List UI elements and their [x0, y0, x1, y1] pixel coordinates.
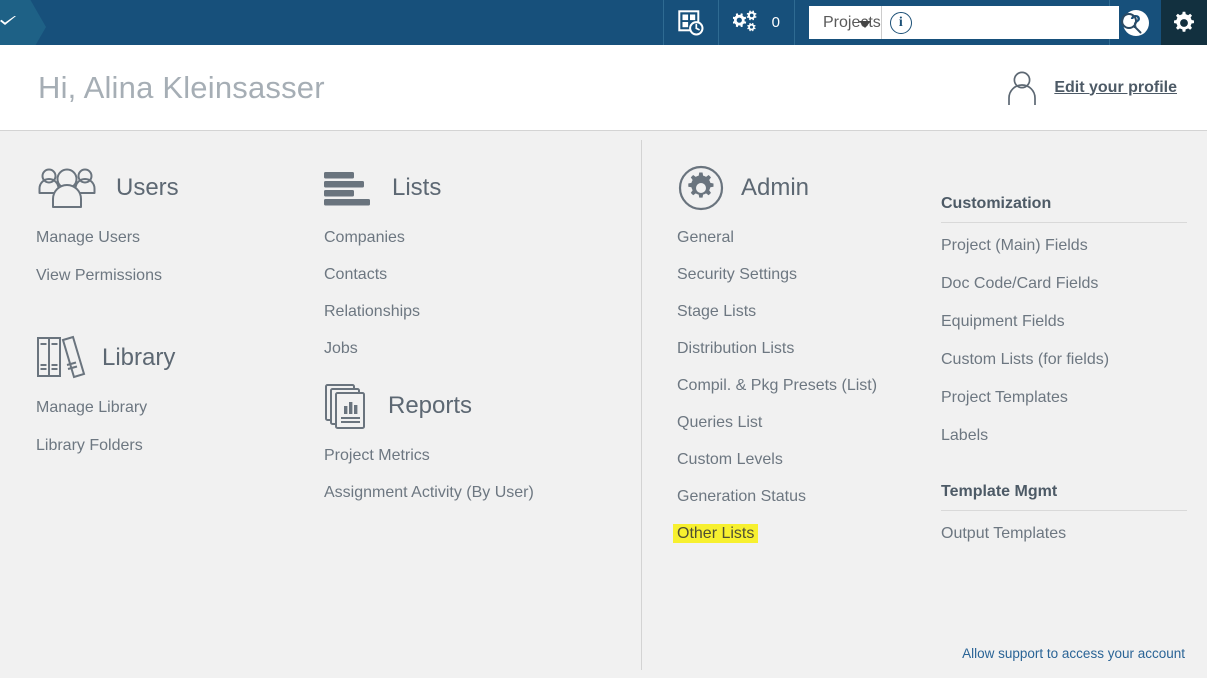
section-library-title: Library	[102, 344, 176, 371]
link-output-templates[interactable]: Output Templates	[941, 525, 1187, 543]
list-bars-icon	[324, 172, 370, 206]
right-panel: Customization Project (Main) Fields Doc …	[941, 131, 1207, 677]
section-reports-header: Reports	[324, 377, 610, 435]
section-library: Library Manage Library Library Folders	[36, 329, 310, 455]
top-navigation-bar: 0 Projects i ?	[0, 0, 1207, 45]
link-distribution-lists[interactable]: Distribution Lists	[677, 340, 941, 358]
section-admin: Admin General Security Settings Stage Li…	[641, 131, 941, 677]
search-input[interactable]	[919, 6, 1119, 39]
section-lists: Lists Companies Contacts Relationships J…	[310, 159, 610, 521]
section-lists-links: Companies Contacts Relationships Jobs	[324, 229, 610, 358]
link-equipment-fields[interactable]: Equipment Fields	[941, 313, 1187, 331]
edit-profile-label: Edit your profile	[1054, 78, 1177, 96]
search-scope-value: Projects	[823, 13, 881, 31]
tasks-count: 0	[771, 14, 780, 31]
checkmark-hexagon-logo-icon	[0, 16, 16, 25]
link-doc-code-card-fields[interactable]: Doc Code/Card Fields	[941, 275, 1187, 293]
section-users-title: Users	[116, 174, 179, 201]
template-mgmt-section: Template Mgmt Output Templates	[941, 483, 1187, 543]
section-users-links: Manage Users View Permissions	[36, 229, 310, 285]
link-jobs[interactable]: Jobs	[324, 340, 610, 358]
chevron-down-icon	[858, 20, 871, 28]
link-contacts[interactable]: Contacts	[324, 266, 610, 284]
link-project-templates[interactable]: Project Templates	[941, 389, 1187, 407]
link-other-lists[interactable]: Other Lists	[673, 524, 759, 543]
section-users: Users Manage Users View Permissions Libr…	[0, 159, 310, 521]
gears-icon	[732, 10, 757, 31]
app-logo[interactable]	[0, 0, 46, 45]
users-group-icon	[38, 168, 96, 208]
search-icon	[1120, 12, 1142, 33]
link-queries-list[interactable]: Queries List	[677, 414, 941, 432]
section-admin-title: Admin	[741, 174, 810, 201]
link-security-settings[interactable]: Security Settings	[677, 266, 941, 284]
section-lists-title: Lists	[392, 174, 442, 201]
section-library-links: Manage Library Library Folders	[36, 399, 310, 455]
section-library-header: Library	[36, 329, 310, 387]
customization-title: Customization	[941, 195, 1187, 223]
section-reports: Reports Project Metrics Assignment Activ…	[324, 377, 610, 502]
other-lists-highlight: Other Lists	[673, 524, 759, 543]
section-admin-header: Admin	[677, 159, 941, 217]
search-area: Projects i	[794, 0, 1142, 45]
link-view-permissions[interactable]: View Permissions	[36, 267, 310, 285]
main-content: Users Manage Users View Permissions Libr…	[0, 131, 1207, 677]
dashboard-button[interactable]	[662, 0, 718, 45]
section-reports-title: Reports	[388, 392, 473, 419]
edit-profile-link[interactable]: Edit your profile	[1004, 69, 1177, 107]
left-columns: Users Manage Users View Permissions Libr…	[0, 131, 641, 677]
greeting-band: Hi, Alina Kleinsasser Edit your profile	[0, 45, 1207, 131]
search-scope-dropdown[interactable]: Projects	[817, 6, 882, 39]
allow-support-access-link[interactable]: Allow support to access your account	[962, 646, 1185, 661]
link-stage-lists[interactable]: Stage Lists	[677, 303, 941, 321]
page-title: Hi, Alina Kleinsasser	[38, 69, 325, 105]
section-lists-header: Lists	[324, 159, 610, 217]
settings-button[interactable]	[1161, 0, 1207, 45]
link-project-metrics[interactable]: Project Metrics	[324, 447, 610, 465]
global-search-box[interactable]: Projects i	[809, 6, 1142, 39]
user-avatar-icon	[1008, 71, 1037, 105]
link-companies[interactable]: Companies	[324, 229, 610, 247]
search-submit-button[interactable]	[1119, 11, 1143, 35]
link-compil-pkg-presets[interactable]: Compil. & Pkg Presets (List)	[677, 377, 941, 395]
customization-section: Customization Project (Main) Fields Doc …	[941, 195, 1187, 445]
gear-circle-icon	[678, 165, 724, 211]
link-library-folders[interactable]: Library Folders	[36, 437, 310, 455]
link-general[interactable]: General	[677, 229, 941, 247]
link-manage-library[interactable]: Manage Library	[36, 399, 310, 417]
section-users-header: Users	[36, 159, 310, 217]
gear-icon	[1174, 11, 1194, 32]
template-mgmt-title: Template Mgmt	[941, 483, 1187, 511]
section-admin-links: General Security Settings Stage Lists Di…	[673, 229, 941, 562]
link-custom-lists-for-fields[interactable]: Custom Lists (for fields)	[941, 351, 1187, 369]
link-custom-levels[interactable]: Custom Levels	[677, 451, 941, 469]
link-project-main-fields[interactable]: Project (Main) Fields	[941, 237, 1187, 255]
info-circle-icon[interactable]: i	[889, 11, 912, 34]
link-relationships[interactable]: Relationships	[324, 303, 610, 321]
reports-documents-icon	[325, 384, 365, 429]
column-divider	[641, 140, 642, 670]
link-assignment-activity[interactable]: Assignment Activity (By User)	[324, 484, 610, 502]
section-reports-links: Project Metrics Assignment Activity (By …	[324, 447, 610, 502]
link-generation-status[interactable]: Generation Status	[677, 488, 941, 506]
link-labels[interactable]: Labels	[941, 427, 1187, 445]
link-manage-users[interactable]: Manage Users	[36, 229, 310, 247]
books-icon	[37, 335, 86, 379]
tasks-button[interactable]: 0	[717, 0, 794, 45]
dashboard-clock-icon	[677, 9, 704, 35]
